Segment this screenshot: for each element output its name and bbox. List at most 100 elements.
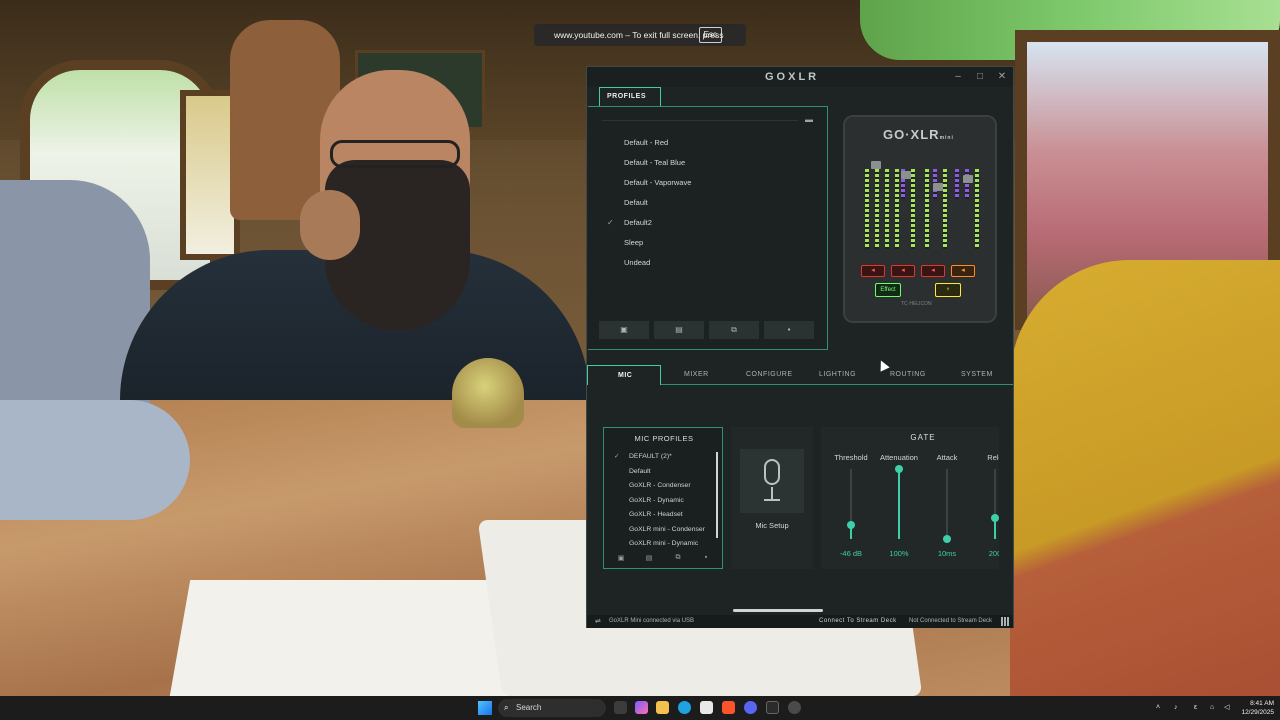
level-meter bbox=[943, 169, 947, 249]
tab-routing[interactable]: ROUTING bbox=[890, 365, 926, 385]
profile-item[interactable]: Default - Red bbox=[604, 133, 691, 153]
mute-button-1[interactable]: ◂ bbox=[861, 265, 885, 277]
search-placeholder: Search bbox=[516, 703, 542, 712]
fader-knob[interactable] bbox=[933, 183, 943, 191]
delete-profile-button[interactable]: ▪ bbox=[764, 321, 814, 339]
mute-button-3[interactable]: ◂ bbox=[921, 265, 945, 277]
slider-thumb[interactable] bbox=[895, 465, 903, 473]
delete-icon[interactable]: ▪ bbox=[697, 554, 715, 564]
save-icon[interactable]: ▣ bbox=[612, 554, 630, 564]
task-view-icon[interactable] bbox=[614, 701, 627, 714]
slider-track[interactable] bbox=[946, 469, 948, 539]
effect-button[interactable]: Effect bbox=[875, 283, 901, 297]
level-meter bbox=[895, 169, 899, 249]
copilot-icon[interactable] bbox=[635, 701, 648, 714]
mute-button-4[interactable]: ◂ bbox=[951, 265, 975, 277]
new-file-icon[interactable]: ▤ bbox=[640, 554, 658, 564]
fader-knob[interactable] bbox=[963, 175, 973, 183]
mic-profile-item[interactable]: GoXLR - Headset bbox=[614, 508, 705, 523]
microphone-tray-icon[interactable]: ♪ bbox=[1174, 696, 1178, 720]
save-profile-button[interactable]: ▣ bbox=[599, 321, 649, 339]
slider-thumb[interactable] bbox=[943, 535, 951, 543]
mic-profile-label: Default bbox=[629, 467, 651, 475]
profile-item[interactable]: Default bbox=[604, 193, 691, 213]
chevron-up-icon[interactable]: ˄ bbox=[1156, 696, 1160, 720]
title-bar[interactable]: GOXLR – □ ✕ bbox=[587, 67, 1013, 87]
brave-icon[interactable] bbox=[722, 701, 735, 714]
connect-stream-deck-link[interactable]: Connect To Stream Deck bbox=[819, 615, 897, 628]
goxlr-app-icon[interactable] bbox=[766, 701, 779, 714]
fader-2[interactable] bbox=[893, 161, 923, 249]
discord-icon[interactable] bbox=[744, 701, 757, 714]
minimize-button[interactable]: – bbox=[951, 70, 965, 84]
profile-item[interactable]: Default - Teal Blue bbox=[604, 153, 691, 173]
mic-mute-icon: ♆ bbox=[945, 287, 951, 293]
mic-profiles-scrollbar[interactable] bbox=[716, 452, 718, 538]
mic-profile-list: ✓ DEFAULT (2)* Default GoXLR - Condenser … bbox=[614, 450, 705, 552]
mute-button-2[interactable]: ◂ bbox=[891, 265, 915, 277]
level-meter bbox=[911, 169, 915, 249]
release-slider[interactable]: Rele 200 bbox=[971, 453, 999, 563]
folder-icon[interactable]: ▬ bbox=[805, 115, 815, 124]
mic-profile-item[interactable]: GoXLR - Condenser bbox=[614, 479, 705, 494]
maximize-button[interactable]: □ bbox=[973, 70, 987, 84]
profile-item[interactable]: Default - Vaporwave bbox=[604, 173, 691, 193]
release-label: Rele bbox=[987, 453, 999, 462]
mic-profile-label: GoXLR - Headset bbox=[629, 511, 683, 518]
attack-value: 10ms bbox=[937, 549, 957, 558]
store-icon[interactable] bbox=[700, 701, 713, 714]
new-profile-button[interactable]: ▤ bbox=[654, 321, 704, 339]
mic-profile-label: GoXLR mini - Condenser bbox=[629, 525, 705, 533]
mic-profile-item[interactable]: ✓ DEFAULT (2)* bbox=[614, 450, 705, 465]
language-icon[interactable]: ε bbox=[1194, 696, 1197, 720]
taskbar-search[interactable]: ⌕ Search bbox=[498, 699, 606, 717]
mic-setup-card[interactable]: Mic Setup bbox=[731, 427, 813, 569]
tab-system[interactable]: SYSTEM bbox=[961, 365, 993, 385]
device-faders bbox=[857, 149, 985, 249]
fader-4[interactable] bbox=[953, 161, 983, 249]
attenuation-slider[interactable]: Attenuation 100% bbox=[875, 453, 923, 563]
settings-icon[interactable] bbox=[788, 701, 801, 714]
app-title: GOXLR bbox=[765, 71, 820, 83]
network-icon[interactable]: ⌂ bbox=[1210, 696, 1214, 720]
profile-item[interactable]: Sleep bbox=[604, 233, 691, 253]
profile-item[interactable]: ✓ Default2 bbox=[604, 213, 691, 233]
device-logo-suffix: mini bbox=[939, 135, 954, 141]
attenuation-label: Attenuation bbox=[880, 453, 918, 462]
fader-knob[interactable] bbox=[901, 171, 911, 179]
clock[interactable]: 8:41 AM 12/29/2025 bbox=[1238, 699, 1274, 717]
windows-start-icon[interactable] bbox=[478, 701, 492, 715]
copy-icon[interactable]: ⧉ bbox=[669, 554, 687, 564]
clock-date: 12/29/2025 bbox=[1241, 709, 1274, 716]
gate-panel: GATE Threshold -46 dB Attenuation 100% A… bbox=[821, 427, 999, 569]
main-tabs: MIC MIXER CONFIGURE LIGHTING ROUTING SYS… bbox=[587, 365, 1013, 385]
tab-configure[interactable]: CONFIGURE bbox=[746, 365, 793, 385]
threshold-slider[interactable]: Threshold -46 dB bbox=[827, 453, 875, 563]
mic-profile-item[interactable]: Default bbox=[614, 465, 705, 480]
copy-profile-button[interactable]: ⧉ bbox=[709, 321, 759, 339]
mic-profile-item[interactable]: GoXLR mini - Condenser bbox=[614, 523, 705, 538]
attack-slider[interactable]: Attack 10ms bbox=[923, 453, 971, 563]
tab-lighting[interactable]: LIGHTING bbox=[819, 365, 856, 385]
fader-knob[interactable] bbox=[871, 161, 881, 169]
mic-profile-item[interactable]: GoXLR - Dynamic bbox=[614, 494, 705, 509]
edge-icon[interactable] bbox=[678, 701, 691, 714]
tab-profiles[interactable]: PROFILES bbox=[599, 87, 661, 107]
slider-thumb[interactable] bbox=[847, 521, 855, 529]
fader-1[interactable] bbox=[863, 161, 893, 249]
mic-profile-item[interactable]: GoXLR mini - Dynamic bbox=[614, 537, 705, 552]
level-meter bbox=[975, 169, 979, 249]
level-meter bbox=[965, 169, 969, 199]
profile-item[interactable]: Undead bbox=[604, 253, 691, 273]
horizontal-scrollbar[interactable] bbox=[733, 609, 823, 612]
mic-setup-button[interactable] bbox=[740, 449, 804, 513]
level-meter bbox=[955, 169, 959, 199]
slider-thumb[interactable] bbox=[991, 514, 999, 522]
mic-mute-button[interactable]: ♆ bbox=[935, 283, 961, 297]
tab-mic[interactable]: MIC bbox=[587, 365, 661, 385]
fader-3[interactable] bbox=[923, 161, 953, 249]
file-explorer-icon[interactable] bbox=[656, 701, 669, 714]
close-button[interactable]: ✕ bbox=[995, 70, 1009, 84]
tab-mixer[interactable]: MIXER bbox=[684, 365, 709, 385]
volume-icon[interactable]: ◁ bbox=[1224, 696, 1229, 720]
